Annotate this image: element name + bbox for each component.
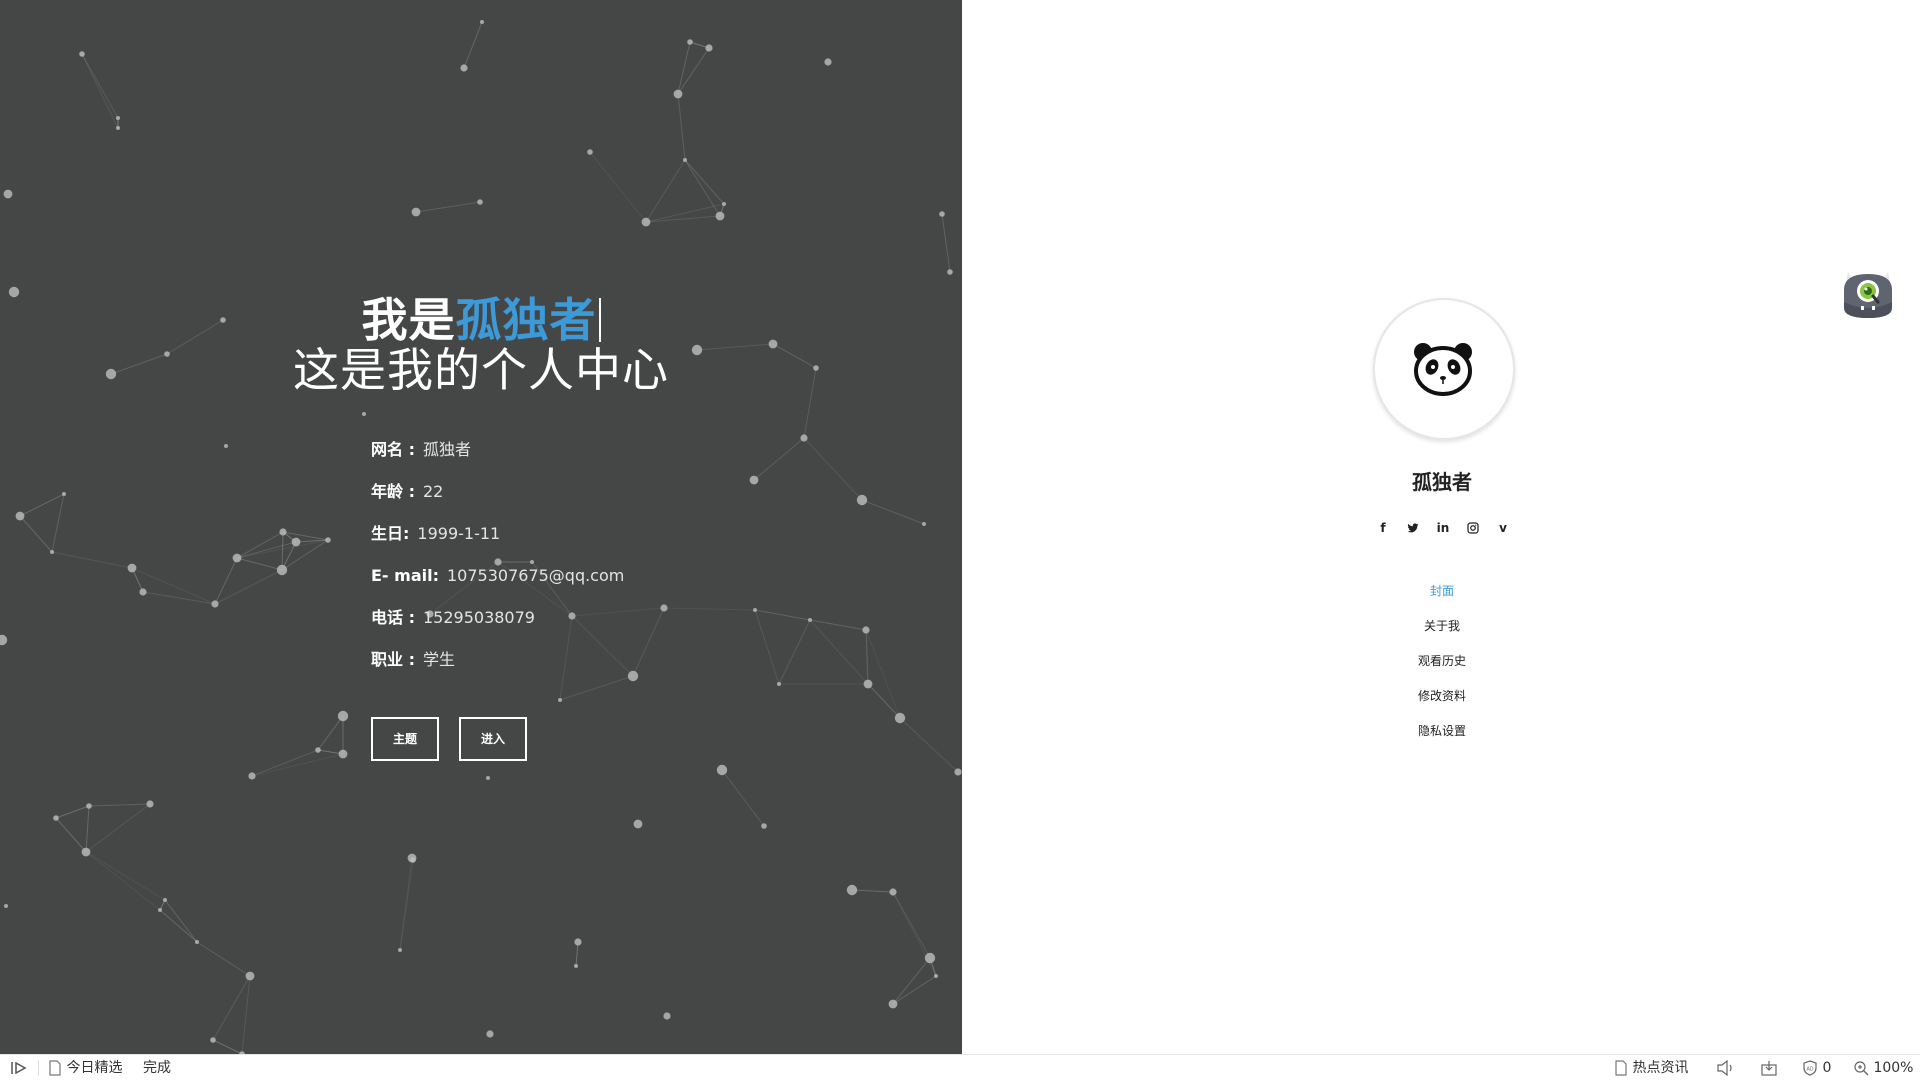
hero-buttons: 主题 进入 bbox=[371, 717, 547, 761]
intro-greeting: 我是孤独者 bbox=[0, 294, 962, 346]
divider bbox=[38, 1055, 39, 1080]
download-icon[interactable] bbox=[1760, 1055, 1778, 1080]
social-links: f in v bbox=[1374, 518, 1512, 538]
browser-status-bar: 今日精选 完成 热点资讯 AD 0 100% bbox=[0, 1054, 1920, 1080]
zoom-control[interactable]: 100% bbox=[1853, 1055, 1913, 1080]
twitter-icon[interactable] bbox=[1404, 518, 1422, 538]
status-text: 完成 bbox=[143, 1060, 171, 1076]
menu-item-edit-profile[interactable]: 修改资料 bbox=[962, 685, 1920, 720]
monster-assistant-icon[interactable] bbox=[1840, 262, 1896, 322]
hero-panel: 我是孤独者 这是我的个人中心 网名 : 孤独者 年龄 :22 生日: 1999-1-… bbox=[0, 0, 962, 1054]
info-value: 15295038079 bbox=[422, 608, 535, 627]
typing-cursor bbox=[598, 298, 601, 342]
profile-info-list: 网名 : 孤独者 年龄 : 22 生日: 1999-1-11 E- mail: 1075… bbox=[371, 434, 624, 686]
menu-item-privacy[interactable]: 隐私设置 bbox=[962, 720, 1920, 755]
info-label: 网名 : bbox=[371, 440, 415, 459]
info-label: E- mail: bbox=[371, 566, 439, 585]
info-row-birthday: 生日: 1999-1-11 bbox=[371, 518, 624, 560]
info-value: 1075307675@qq.com bbox=[446, 566, 625, 585]
info-label: 电话 : bbox=[371, 608, 415, 627]
info-row-email: E- mail: 1075307675@qq.com bbox=[371, 560, 624, 602]
speaker-icon[interactable] bbox=[1716, 1055, 1736, 1080]
menu-item-history[interactable]: 观看历史 bbox=[962, 650, 1920, 685]
info-row-phone: 电话 : 15295038079 bbox=[371, 602, 624, 644]
sidebar-toggle-icon[interactable] bbox=[10, 1055, 28, 1080]
vimeo-icon[interactable]: v bbox=[1494, 518, 1512, 538]
document-icon bbox=[49, 1060, 61, 1076]
profile-name: 孤独者 bbox=[1412, 470, 1472, 494]
menu-item-about[interactable]: 关于我 bbox=[962, 615, 1920, 650]
intro-heading: 我是孤独者 这是我的个人中心 bbox=[0, 294, 962, 396]
zoom-level: 100% bbox=[1873, 1060, 1914, 1076]
hot-news-label: 热点资讯 bbox=[1632, 1060, 1689, 1076]
enter-button[interactable]: 进入 bbox=[459, 717, 527, 761]
info-value: 1999-1-11 bbox=[417, 524, 501, 543]
browser-viewport: 我是孤独者 这是我的个人中心 网名 : 孤独者 年龄 :22 生日: 1999-1-… bbox=[0, 0, 1920, 1080]
instagram-icon[interactable] bbox=[1464, 518, 1482, 538]
avatar[interactable] bbox=[1373, 298, 1515, 440]
ad-block-indicator[interactable]: AD 0 bbox=[1802, 1055, 1831, 1080]
sidebar-panel: 孤独者 f in v 封面 关于我 观看历史 修改资料 隐私设置 bbox=[962, 0, 1920, 1054]
hot-news-link[interactable]: 热点资讯 bbox=[1614, 1055, 1688, 1080]
facebook-icon[interactable]: f bbox=[1374, 518, 1392, 538]
panda-icon bbox=[1414, 343, 1472, 396]
svg-text:AD: AD bbox=[1807, 1067, 1814, 1073]
theme-button[interactable]: 主题 bbox=[371, 717, 439, 761]
info-row-occupation: 职业 : 学生 bbox=[371, 644, 624, 686]
info-value: 22 bbox=[422, 482, 444, 501]
intro-subtitle: 这是我的个人中心 bbox=[293, 343, 669, 397]
menu-item-cover[interactable]: 封面 bbox=[962, 580, 1920, 615]
info-label: 生日: bbox=[371, 524, 410, 543]
today-pick-label: 今日精选 bbox=[66, 1060, 123, 1076]
intro-prefix: 我是 bbox=[361, 293, 456, 347]
sidebar-menu: 封面 关于我 观看历史 修改资料 隐私设置 bbox=[962, 580, 1920, 755]
info-label: 职业 : bbox=[371, 650, 415, 669]
info-row-age: 年龄 : 22 bbox=[371, 476, 624, 518]
zoom-icon bbox=[1854, 1061, 1869, 1076]
ad-block-count: 0 bbox=[1822, 1060, 1832, 1076]
document-icon bbox=[1615, 1060, 1627, 1076]
shield-icon: AD bbox=[1803, 1060, 1817, 1076]
linkedin-icon[interactable]: in bbox=[1434, 518, 1452, 538]
today-pick-link[interactable]: 今日精选 bbox=[48, 1055, 122, 1080]
intro-name: 孤独者 bbox=[455, 293, 597, 347]
info-row-nickname: 网名 : 孤独者 bbox=[371, 434, 624, 476]
info-value: 学生 bbox=[422, 650, 455, 669]
info-value: 孤独者 bbox=[422, 440, 471, 459]
info-label: 年龄 : bbox=[371, 482, 415, 501]
